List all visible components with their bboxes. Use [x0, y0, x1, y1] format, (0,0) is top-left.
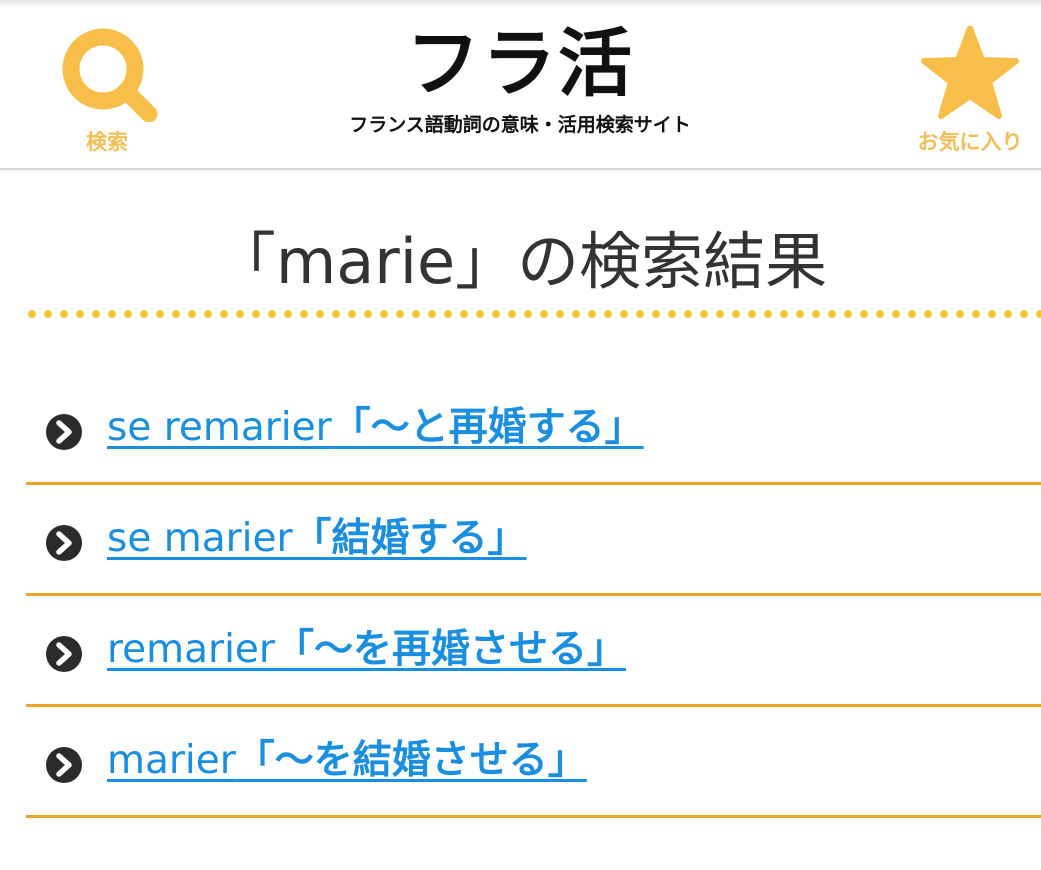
favorites-button[interactable]: お気に入り — [905, 26, 1035, 156]
result-link-marier[interactable]: marier「～を結婚させる」 — [107, 735, 587, 787]
result-list: se remarier「～と再婚する」 se marier「結婚する」 rema… — [26, 374, 1041, 818]
result-meaning: 「結婚する」 — [292, 516, 527, 561]
favorites-label: お気に入り — [917, 130, 1023, 154]
list-item: se marier「結婚する」 — [26, 485, 1041, 596]
chevron-right-circle-icon — [46, 747, 82, 783]
search-result-heading: 「marie」の検索結果 — [213, 225, 828, 298]
header-shadow — [0, 0, 1041, 8]
search-label: 検索 — [86, 130, 128, 154]
star-icon — [921, 26, 1019, 119]
result-meaning: 「～を結婚させる」 — [235, 738, 587, 783]
result-verb: marier — [107, 738, 236, 783]
result-meaning: 「～と再婚する」 — [331, 405, 644, 450]
result-meaning: 「～を再婚させる」 — [274, 627, 626, 672]
site-title: フラ活 — [406, 21, 634, 107]
site-header: 検索 フラ活 フランス語動詞の意味・活用検索サイト お気に入り — [0, 0, 1041, 170]
chevron-right-circle-icon — [46, 525, 82, 561]
site-subtitle: フランス語動詞の意味・活用検索サイト — [349, 114, 691, 136]
chevron-right-circle-icon — [46, 414, 82, 450]
list-item: marier「～を結婚させる」 — [26, 707, 1041, 818]
site-logo[interactable]: フラ活 フランス語動詞の意味・活用検索サイト — [290, 24, 750, 137]
result-verb: se remarier — [107, 405, 332, 450]
search-icon — [62, 28, 158, 122]
result-link-se-marier[interactable]: se marier「結婚する」 — [107, 513, 527, 565]
page: 検索 フラ活 フランス語動詞の意味・活用検索サイト お気に入り 「marie」の… — [0, 0, 1041, 870]
result-verb: remarier — [107, 627, 275, 672]
result-link-remarier[interactable]: remarier「～を再婚させる」 — [107, 624, 626, 676]
result-link-se-remarier[interactable]: se remarier「～と再婚する」 — [107, 402, 644, 454]
search-button[interactable]: 検索 — [52, 26, 162, 156]
dotted-divider — [24, 308, 1041, 320]
chevron-right-circle-icon — [46, 636, 82, 672]
list-item: se remarier「～と再婚する」 — [26, 374, 1041, 485]
result-verb: se marier — [107, 516, 293, 561]
list-item: remarier「～を再婚させる」 — [26, 596, 1041, 707]
